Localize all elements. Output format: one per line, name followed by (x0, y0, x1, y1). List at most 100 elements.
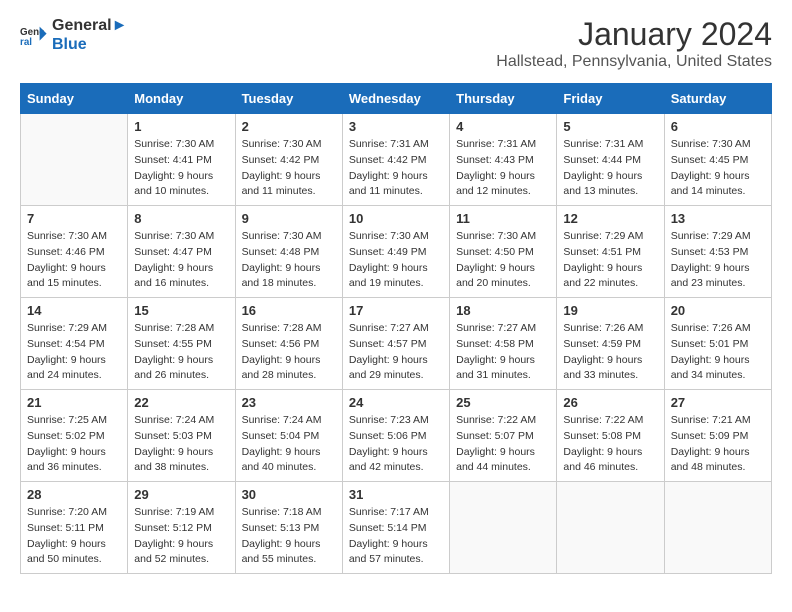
sunset-text: Sunset: 5:01 PM (671, 337, 765, 353)
sunset-text: Sunset: 4:58 PM (456, 337, 550, 353)
sunrise-text: Sunrise: 7:31 AM (563, 137, 657, 153)
title-area: January 2024 Hallstead, Pennsylvania, Un… (496, 16, 772, 71)
calendar-cell: 25Sunrise: 7:22 AMSunset: 5:07 PMDayligh… (450, 390, 557, 482)
sunset-text: Sunset: 4:54 PM (27, 337, 121, 353)
daylight-text: Daylight: 9 hours and 19 minutes. (349, 261, 443, 293)
sunrise-text: Sunrise: 7:30 AM (349, 229, 443, 245)
day-info: Sunrise: 7:25 AMSunset: 5:02 PMDaylight:… (27, 413, 121, 476)
sunset-text: Sunset: 4:43 PM (456, 153, 550, 169)
daylight-text: Daylight: 9 hours and 24 minutes. (27, 353, 121, 385)
sunrise-text: Sunrise: 7:20 AM (27, 505, 121, 521)
sunrise-text: Sunrise: 7:17 AM (349, 505, 443, 521)
day-number: 14 (27, 303, 121, 318)
calendar-cell: 6Sunrise: 7:30 AMSunset: 4:45 PMDaylight… (664, 114, 771, 206)
calendar-cell: 20Sunrise: 7:26 AMSunset: 5:01 PMDayligh… (664, 298, 771, 390)
day-number: 17 (349, 303, 443, 318)
daylight-text: Daylight: 9 hours and 34 minutes. (671, 353, 765, 385)
daylight-text: Daylight: 9 hours and 31 minutes. (456, 353, 550, 385)
day-number: 16 (242, 303, 336, 318)
calendar-table: SundayMondayTuesdayWednesdayThursdayFrid… (20, 83, 772, 574)
day-number: 8 (134, 211, 228, 226)
sunset-text: Sunset: 4:57 PM (349, 337, 443, 353)
sunset-text: Sunset: 4:50 PM (456, 245, 550, 261)
day-info: Sunrise: 7:31 AMSunset: 4:43 PMDaylight:… (456, 137, 550, 200)
daylight-text: Daylight: 9 hours and 28 minutes. (242, 353, 336, 385)
daylight-text: Daylight: 9 hours and 22 minutes. (563, 261, 657, 293)
svg-text:ral: ral (20, 37, 32, 48)
sunset-text: Sunset: 5:14 PM (349, 521, 443, 537)
calendar-cell: 28 Sunrise: 7:20 AMSunset: 5:11 PMDayligh… (21, 482, 128, 574)
logo-text-line2: Blue (52, 35, 127, 54)
day-info: Sunrise: 7:22 AMSunset: 5:07 PMDaylight:… (456, 413, 550, 476)
daylight-text: Daylight: 9 hours and 11 minutes. (349, 169, 443, 201)
day-number: 27 (671, 395, 765, 410)
calendar-cell: 22Sunrise: 7:24 AMSunset: 5:03 PMDayligh… (128, 390, 235, 482)
calendar-cell (664, 482, 771, 574)
page-header: Gene ral General► Blue January 2024 Hall… (20, 16, 772, 71)
day-info: Sunrise: 7:24 AMSunset: 5:04 PMDaylight:… (242, 413, 336, 476)
sunset-text: Sunset: 5:13 PM (242, 521, 336, 537)
day-info: Sunrise: 7:20 AMSunset: 5:11 PMDaylight:… (27, 505, 121, 568)
calendar-cell: 8Sunrise: 7:30 AMSunset: 4:47 PMDaylight… (128, 206, 235, 298)
day-number: 10 (349, 211, 443, 226)
page-title: January 2024 (496, 16, 772, 53)
daylight-text: Daylight: 9 hours and 50 minutes. (27, 537, 121, 569)
calendar-cell (557, 482, 664, 574)
day-info: Sunrise: 7:30 AMSunset: 4:48 PMDaylight:… (242, 229, 336, 292)
day-number: 9 (242, 211, 336, 226)
daylight-text: Daylight: 9 hours and 20 minutes. (456, 261, 550, 293)
day-number: 29 (134, 487, 228, 502)
day-number: 13 (671, 211, 765, 226)
day-number: 15 (134, 303, 228, 318)
sunrise-text: Sunrise: 7:29 AM (563, 229, 657, 245)
sunrise-text: Sunrise: 7:31 AM (456, 137, 550, 153)
calendar-cell: 14Sunrise: 7:29 AMSunset: 4:54 PMDayligh… (21, 298, 128, 390)
day-info: Sunrise: 7:21 AMSunset: 5:09 PMDaylight:… (671, 413, 765, 476)
calendar-cell: 3Sunrise: 7:31 AMSunset: 4:42 PMDaylight… (342, 114, 449, 206)
sunset-text: Sunset: 4:45 PM (671, 153, 765, 169)
calendar-cell: 19Sunrise: 7:26 AMSunset: 4:59 PMDayligh… (557, 298, 664, 390)
day-number: 28 (27, 487, 121, 502)
logo-icon: Gene ral (20, 21, 48, 49)
day-number: 18 (456, 303, 550, 318)
day-info: Sunrise: 7:27 AMSunset: 4:57 PMDaylight:… (349, 321, 443, 384)
day-info: Sunrise: 7:26 AMSunset: 4:59 PMDaylight:… (563, 321, 657, 384)
sunrise-text: Sunrise: 7:31 AM (349, 137, 443, 153)
calendar-cell: 16Sunrise: 7:28 AMSunset: 4:56 PMDayligh… (235, 298, 342, 390)
daylight-text: Daylight: 9 hours and 40 minutes. (242, 445, 336, 477)
calendar-cell: 18Sunrise: 7:27 AMSunset: 4:58 PMDayligh… (450, 298, 557, 390)
sunset-text: Sunset: 4:44 PM (563, 153, 657, 169)
sunrise-text: Sunrise: 7:30 AM (134, 229, 228, 245)
sunset-text: Sunset: 5:03 PM (134, 429, 228, 445)
sunset-text: Sunset: 4:53 PM (671, 245, 765, 261)
daylight-text: Daylight: 9 hours and 52 minutes. (134, 537, 228, 569)
sunrise-text: Sunrise: 7:28 AM (134, 321, 228, 337)
day-info: Sunrise: 7:30 AMSunset: 4:42 PMDaylight:… (242, 137, 336, 200)
calendar-cell: 13Sunrise: 7:29 AMSunset: 4:53 PMDayligh… (664, 206, 771, 298)
daylight-text: Daylight: 9 hours and 33 minutes. (563, 353, 657, 385)
sunset-text: Sunset: 4:48 PM (242, 245, 336, 261)
day-info: Sunrise: 7:30 AMSunset: 4:49 PMDaylight:… (349, 229, 443, 292)
calendar-cell: 31Sunrise: 7:17 AMSunset: 5:14 PMDayligh… (342, 482, 449, 574)
daylight-text: Daylight: 9 hours and 23 minutes. (671, 261, 765, 293)
day-number: 6 (671, 119, 765, 134)
day-number: 5 (563, 119, 657, 134)
calendar-cell: 5 Sunrise: 7:31 AMSunset: 4:44 PMDaylight… (557, 114, 664, 206)
day-number: 31 (349, 487, 443, 502)
sunset-text: Sunset: 4:46 PM (27, 245, 121, 261)
daylight-text: Daylight: 9 hours and 10 minutes. (134, 169, 228, 201)
sunset-text: Sunset: 5:07 PM (456, 429, 550, 445)
sunset-text: Sunset: 4:41 PM (134, 153, 228, 169)
day-number: 21 (27, 395, 121, 410)
daylight-text: Daylight: 9 hours and 13 minutes. (563, 169, 657, 201)
sunset-text: Sunset: 4:51 PM (563, 245, 657, 261)
sunrise-text: Sunrise: 7:27 AM (349, 321, 443, 337)
sunset-text: Sunset: 4:42 PM (242, 153, 336, 169)
sunset-text: Sunset: 4:42 PM (349, 153, 443, 169)
calendar-cell: 4Sunrise: 7:31 AMSunset: 4:43 PMDaylight… (450, 114, 557, 206)
sunrise-text: Sunrise: 7:24 AM (242, 413, 336, 429)
day-info: Sunrise: 7:29 AMSunset: 4:51 PMDaylight:… (563, 229, 657, 292)
sunset-text: Sunset: 5:09 PM (671, 429, 765, 445)
sunrise-text: Sunrise: 7:30 AM (27, 229, 121, 245)
day-number: 11 (456, 211, 550, 226)
